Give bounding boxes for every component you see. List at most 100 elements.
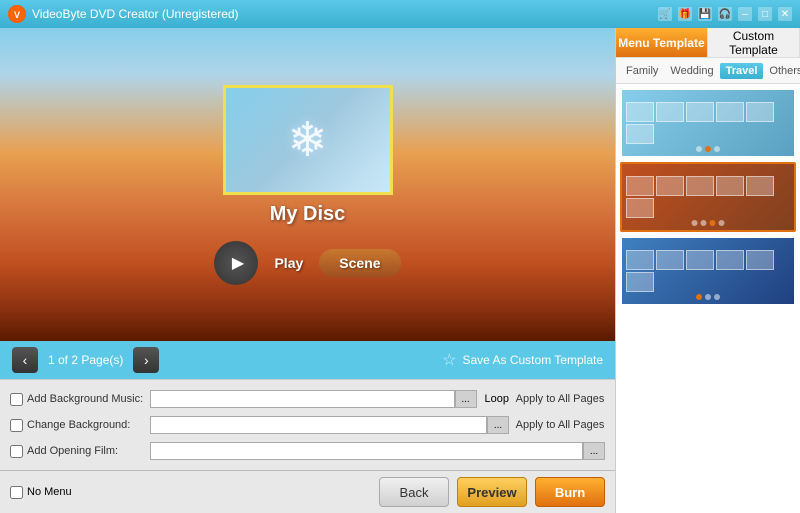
burn-button[interactable]: Burn bbox=[535, 477, 605, 507]
thumb bbox=[656, 176, 684, 196]
app-icon: V bbox=[8, 5, 26, 23]
dot bbox=[701, 220, 707, 226]
playback-controls: Play Scene bbox=[214, 241, 400, 285]
cat-others[interactable]: Others bbox=[763, 63, 800, 79]
cat-travel[interactable]: Travel bbox=[720, 63, 764, 79]
minimize-icon[interactable]: 🛒 bbox=[658, 7, 672, 21]
action-buttons: Back Preview Burn bbox=[379, 477, 605, 507]
bg-music-checkbox-group: Add Background Music: bbox=[10, 393, 150, 406]
bg-music-input[interactable] bbox=[150, 390, 455, 408]
bg-music-checkbox[interactable] bbox=[10, 393, 23, 406]
bg-music-label: Add Background Music: bbox=[27, 393, 143, 405]
no-menu-checkbox[interactable] bbox=[10, 486, 23, 499]
dot-active bbox=[710, 220, 716, 226]
thumb bbox=[626, 250, 654, 270]
main-layout: ❄ My Disc Play Scene ‹ 1 of 2 Page(s) › … bbox=[0, 28, 800, 513]
bg-music-browse-button[interactable]: ... bbox=[455, 390, 477, 408]
app-title: VideoByte DVD Creator (Unregistered) bbox=[32, 7, 658, 21]
change-bg-input[interactable] bbox=[150, 416, 487, 434]
dot-active bbox=[705, 146, 711, 152]
template-thumbs-1 bbox=[622, 98, 794, 148]
disc-thumbnail: ❄ bbox=[223, 85, 393, 195]
template-dots-3 bbox=[696, 294, 720, 300]
change-bg-row: Change Background: ... Apply to All Page… bbox=[10, 414, 605, 436]
template-item-2[interactable] bbox=[620, 162, 796, 232]
disc-title: My Disc bbox=[270, 203, 346, 226]
preview-area: ❄ My Disc Play Scene bbox=[0, 28, 615, 341]
dot bbox=[714, 294, 720, 300]
template-dots-1 bbox=[696, 146, 720, 152]
dot bbox=[719, 220, 725, 226]
gift-icon[interactable]: 🎁 bbox=[678, 7, 692, 21]
preview-panel: ❄ My Disc Play Scene ‹ 1 of 2 Page(s) › … bbox=[0, 28, 615, 513]
template-panel: Menu Template Custom Template Family Wed… bbox=[615, 28, 800, 513]
change-bg-checkbox[interactable] bbox=[10, 419, 23, 432]
bottom-controls: Add Background Music: ... Loop Apply to … bbox=[0, 379, 615, 470]
titlebar: V VideoByte DVD Creator (Unregistered) 🛒… bbox=[0, 0, 800, 28]
dot-active bbox=[696, 294, 702, 300]
template-preview-3 bbox=[622, 238, 794, 304]
thumb bbox=[626, 272, 654, 292]
window-controls: 🛒 🎁 💾 🎧 – □ ✕ bbox=[658, 7, 792, 21]
thumb bbox=[626, 198, 654, 218]
prev-page-button[interactable]: ‹ bbox=[12, 347, 38, 373]
loop-label: Loop bbox=[485, 393, 509, 405]
template-item-1[interactable] bbox=[620, 88, 796, 158]
opening-film-checkbox[interactable] bbox=[10, 445, 23, 458]
opening-film-label: Add Opening Film: bbox=[27, 445, 118, 457]
tab-menu-template[interactable]: Menu Template bbox=[616, 28, 708, 57]
tab-custom-template[interactable]: Custom Template bbox=[708, 28, 800, 57]
cat-wedding[interactable]: Wedding bbox=[664, 63, 719, 79]
thumb bbox=[746, 102, 774, 122]
bg-music-row: Add Background Music: ... Loop Apply to … bbox=[10, 388, 605, 410]
thumb bbox=[716, 176, 744, 196]
no-menu-group: No Menu bbox=[10, 486, 72, 499]
action-row: No Menu Back Preview Burn bbox=[0, 470, 615, 513]
thumb bbox=[716, 102, 744, 122]
template-preview-1 bbox=[622, 90, 794, 156]
cat-family[interactable]: Family bbox=[620, 63, 664, 79]
thumb bbox=[656, 250, 684, 270]
thumb bbox=[626, 102, 654, 122]
dot bbox=[705, 294, 711, 300]
page-info: 1 of 2 Page(s) bbox=[48, 353, 123, 367]
change-bg-checkbox-group: Change Background: bbox=[10, 419, 150, 432]
thumb bbox=[626, 176, 654, 196]
scene-button[interactable]: Scene bbox=[319, 249, 400, 277]
template-dots-2 bbox=[692, 220, 725, 226]
bg-music-apply-button[interactable]: Apply to All Pages bbox=[515, 390, 605, 408]
star-icon: ☆ bbox=[442, 350, 456, 370]
change-bg-browse-button[interactable]: ... bbox=[487, 416, 509, 434]
back-button[interactable]: Back bbox=[379, 477, 449, 507]
save-icon[interactable]: 💾 bbox=[698, 7, 712, 21]
opening-film-browse-button[interactable]: ... bbox=[583, 442, 605, 460]
thumb bbox=[716, 250, 744, 270]
change-bg-apply-button[interactable]: Apply to All Pages bbox=[515, 416, 605, 434]
dot bbox=[714, 146, 720, 152]
thumb bbox=[656, 102, 684, 122]
template-item-3[interactable] bbox=[620, 236, 796, 306]
svg-text:V: V bbox=[14, 10, 20, 20]
opening-film-input[interactable] bbox=[150, 442, 583, 460]
template-thumbs-3 bbox=[622, 246, 794, 296]
thumb bbox=[686, 102, 714, 122]
preview-button[interactable]: Preview bbox=[457, 477, 527, 507]
headphone-icon[interactable]: 🎧 bbox=[718, 7, 732, 21]
dot bbox=[692, 220, 698, 226]
nav-bar: ‹ 1 of 2 Page(s) › ☆ Save As Custom Temp… bbox=[0, 341, 615, 379]
template-tabs: Menu Template Custom Template bbox=[616, 28, 800, 58]
maximize-button[interactable]: □ bbox=[758, 7, 772, 21]
play-button[interactable] bbox=[214, 241, 258, 285]
thumb bbox=[746, 176, 774, 196]
template-list bbox=[616, 84, 800, 513]
template-preview-2 bbox=[622, 164, 794, 230]
next-page-button[interactable]: › bbox=[133, 347, 159, 373]
close-button[interactable]: ✕ bbox=[778, 7, 792, 21]
minimize-button[interactable]: – bbox=[738, 7, 752, 21]
save-custom-template[interactable]: ☆ Save As Custom Template bbox=[442, 350, 603, 370]
no-menu-label: No Menu bbox=[27, 486, 72, 498]
play-label[interactable]: Play bbox=[274, 255, 303, 271]
save-custom-label: Save As Custom Template bbox=[462, 353, 603, 367]
thumb bbox=[686, 176, 714, 196]
thumb bbox=[746, 250, 774, 270]
